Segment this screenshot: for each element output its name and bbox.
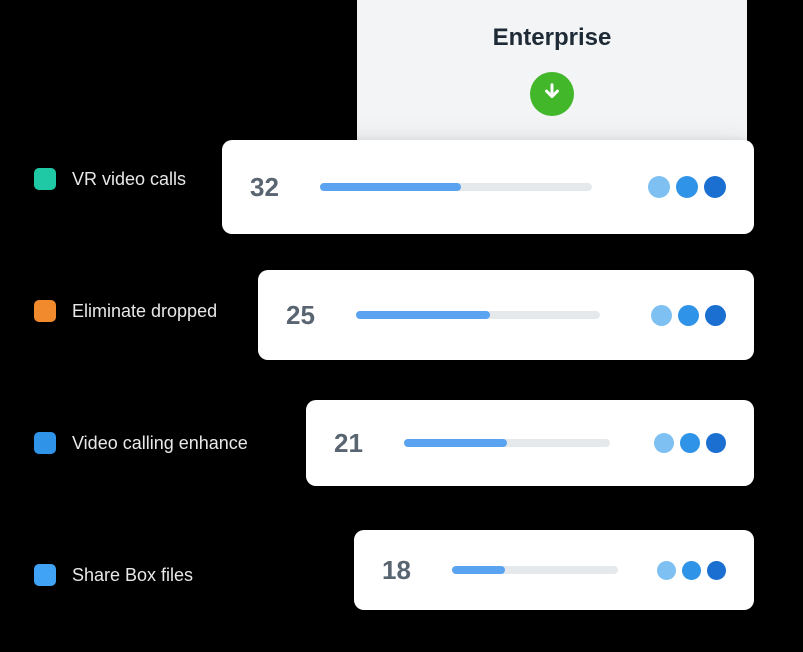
legend-item: Eliminate dropped: [34, 300, 217, 322]
enterprise-header-panel: Enterprise: [357, 0, 747, 155]
dot-icon: [676, 176, 698, 198]
progress-bar: [320, 183, 592, 191]
dot-icon: [651, 305, 672, 326]
legend-item: Video calling enhance: [34, 432, 248, 454]
progress-fill: [320, 183, 461, 191]
legend-label: Share Box files: [72, 565, 193, 586]
status-dots: [631, 305, 726, 326]
dot-icon: [682, 561, 701, 580]
progress-fill: [452, 566, 505, 574]
score-value: 32: [250, 172, 310, 203]
progress-fill: [356, 311, 490, 319]
legend-item: Share Box files: [34, 564, 193, 586]
status-dots: [634, 433, 726, 453]
score-value: 18: [382, 555, 442, 586]
legend-label: VR video calls: [72, 169, 186, 190]
legend-swatch: [34, 432, 56, 454]
progress-bar: [404, 439, 610, 447]
progress-fill: [404, 439, 507, 447]
dot-icon: [680, 433, 700, 453]
dot-icon: [678, 305, 699, 326]
legend-item: VR video calls: [34, 168, 186, 190]
header-title: Enterprise: [493, 24, 612, 52]
download-arrow-icon: [541, 81, 563, 108]
score-card[interactable]: 25: [258, 270, 754, 360]
dot-icon: [707, 561, 726, 580]
dot-icon: [657, 561, 676, 580]
dot-icon: [704, 176, 726, 198]
score-value: 21: [334, 428, 394, 459]
legend-swatch: [34, 300, 56, 322]
dot-icon: [648, 176, 670, 198]
progress-bar: [356, 311, 600, 319]
legend-swatch: [34, 168, 56, 190]
status-dots: [637, 561, 726, 580]
dot-icon: [654, 433, 674, 453]
progress-bar: [452, 566, 618, 574]
score-card[interactable]: 18: [354, 530, 754, 610]
legend-label: Eliminate dropped: [72, 301, 217, 322]
legend-label: Video calling enhance: [72, 433, 248, 454]
dot-icon: [705, 305, 726, 326]
legend-swatch: [34, 564, 56, 586]
score-card[interactable]: 21: [306, 400, 754, 486]
dot-icon: [706, 433, 726, 453]
score-card[interactable]: 32: [222, 140, 754, 234]
status-dots: [628, 176, 726, 198]
download-button[interactable]: [530, 72, 574, 116]
score-value: 25: [286, 300, 346, 331]
